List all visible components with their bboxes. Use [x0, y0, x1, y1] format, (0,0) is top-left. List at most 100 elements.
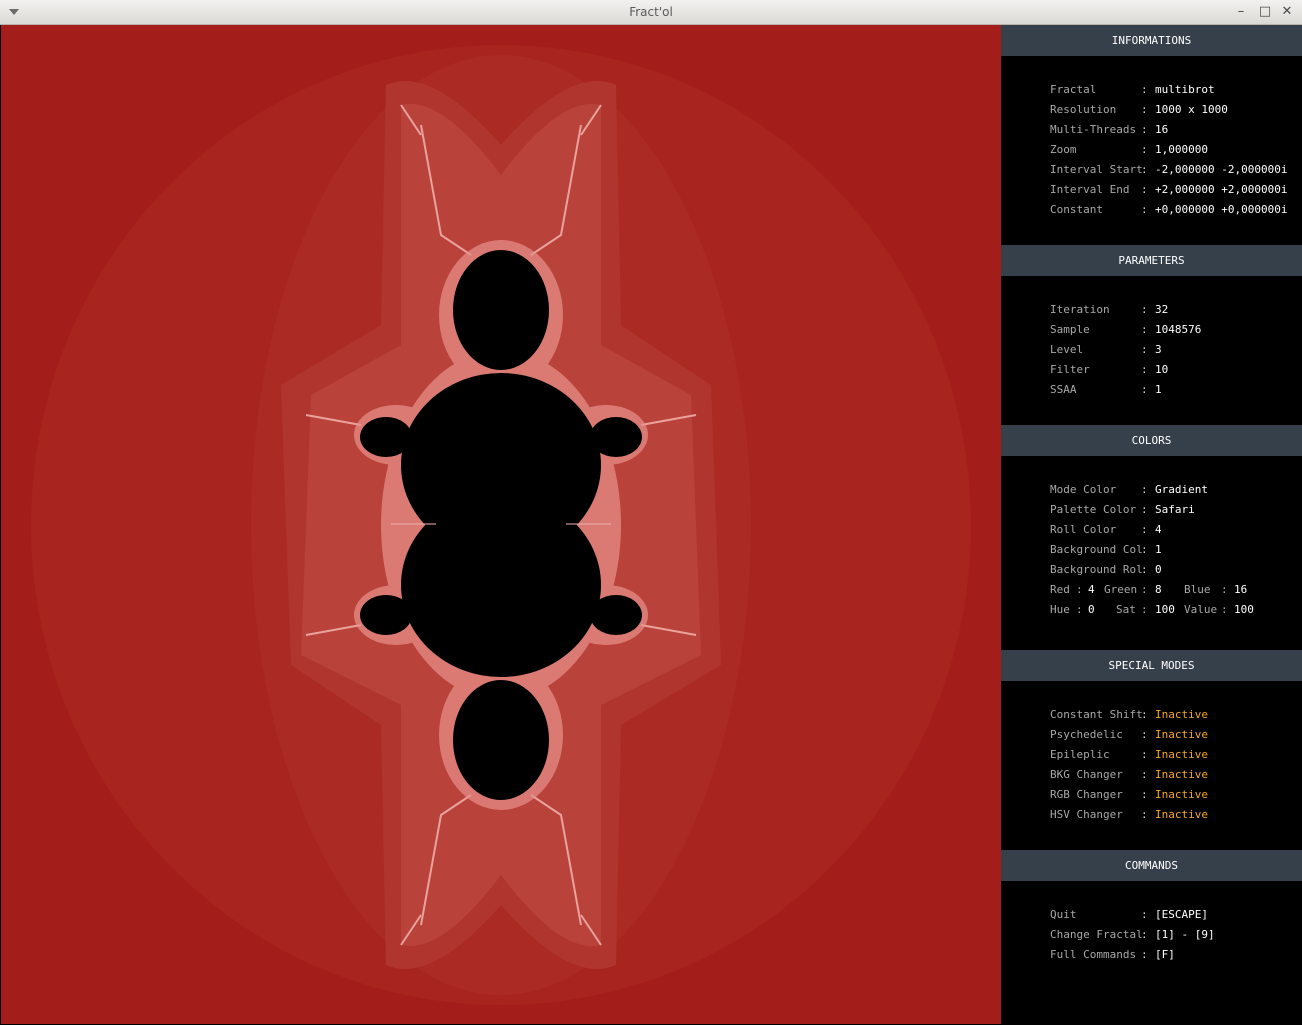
value-value: 100 [1234, 603, 1254, 616]
mode-status: Inactive [1155, 748, 1208, 761]
mode-row-hsv-changer: HSV Changer : Inactive [1001, 805, 1302, 825]
color-row-palette: Palette Color : Safari [1001, 500, 1302, 520]
row-value: 16 [1155, 123, 1169, 136]
command-key: [1] - [9] [1155, 928, 1215, 941]
row-value: 1000 x 1000 [1155, 103, 1228, 116]
row-value: 3 [1155, 343, 1162, 356]
row-value: 1 [1155, 383, 1162, 396]
row-separator: : [1141, 203, 1148, 216]
row-label: SSAA [1050, 383, 1077, 396]
row-separator: : [1141, 748, 1148, 761]
row-value: 0 [1155, 563, 1162, 576]
info-row-resolution: Resolution : 1000 x 1000 [1001, 100, 1302, 120]
sat-separator: : [1141, 603, 1148, 616]
maximize-button[interactable]: □ [1256, 3, 1274, 21]
color-row-mode: Mode Color : Gradient [1001, 480, 1302, 500]
command-row-quit: Quit : [ESCAPE] [1001, 905, 1302, 925]
row-separator: : [1141, 83, 1148, 96]
mode-status: Inactive [1155, 808, 1208, 821]
row-separator: : [1141, 363, 1148, 376]
row-value: +2,000000 +2,000000i [1155, 183, 1288, 196]
row-separator: : [1141, 708, 1148, 721]
color-row-roll: Roll Color : 4 [1001, 520, 1302, 540]
row-label: RGB Changer [1050, 788, 1123, 801]
row-label: Background Col [1050, 543, 1143, 556]
minimize-button[interactable]: – [1232, 3, 1250, 21]
green-separator: : [1141, 583, 1148, 596]
info-row-fractal: Fractal : multibrot [1001, 80, 1302, 100]
red-label: Red [1050, 583, 1070, 596]
mode-status: Inactive [1155, 728, 1208, 741]
mode-status: Inactive [1155, 708, 1208, 721]
mode-status: Inactive [1155, 788, 1208, 801]
info-row-zoom: Zoom : 1,000000 [1001, 140, 1302, 160]
row-label: Resolution [1050, 103, 1117, 116]
row-separator: : [1141, 908, 1148, 921]
row-separator: : [1141, 163, 1148, 176]
info-panel: INFORMATIONS Fractal : multibrot Resolut… [1001, 25, 1302, 1025]
parameters-header: PARAMETERS [1001, 245, 1302, 276]
row-separator: : [1141, 143, 1148, 156]
row-separator: : [1141, 563, 1148, 576]
param-row-iteration: Iteration : 32 [1001, 300, 1302, 320]
row-separator: : [1141, 483, 1148, 496]
row-value: 1,000000 [1155, 143, 1208, 156]
row-value: 1048576 [1155, 323, 1202, 336]
info-row-interval-end: Interval End : +2,000000 +2,000000i [1001, 180, 1302, 200]
row-label: Filter [1050, 363, 1090, 376]
row-label: Full Commands [1050, 948, 1137, 961]
row-separator: : [1141, 728, 1148, 741]
command-row-full-commands: Full Commands : [F] [1001, 945, 1302, 965]
sat-label: Sat [1116, 603, 1136, 616]
hue-value: 0 [1088, 603, 1095, 616]
row-label: Iteration [1050, 303, 1110, 316]
row-label: Zoom [1050, 143, 1077, 156]
row-separator: : [1141, 323, 1148, 336]
param-row-sample: Sample : 1048576 [1001, 320, 1302, 340]
close-button[interactable]: ✕ [1278, 3, 1296, 21]
row-separator: : [1141, 123, 1148, 136]
color-row-background-rol: Background Rol : 0 [1001, 560, 1302, 580]
row-value: 4 [1155, 523, 1162, 536]
row-label: Psychedelic [1050, 728, 1123, 741]
row-label: Constant Shift [1050, 708, 1143, 721]
row-value: 1 [1155, 543, 1162, 556]
row-separator: : [1141, 948, 1148, 961]
row-label: Palette Color [1050, 503, 1137, 516]
color-row-hsv: Hue : 0 Sat : 100 Value : 100 [1001, 600, 1302, 620]
row-separator: : [1141, 788, 1148, 801]
row-value: multibrot [1155, 83, 1215, 96]
mode-row-constant-shift: Constant Shift : Inactive [1001, 705, 1302, 725]
mode-row-epileplic: Epileplic : Inactive [1001, 745, 1302, 765]
red-value: 4 [1088, 583, 1095, 596]
row-label: Fractal [1050, 83, 1097, 96]
param-row-level: Level : 3 [1001, 340, 1302, 360]
row-separator: : [1141, 183, 1148, 196]
row-label: Level [1050, 343, 1084, 356]
row-label: Change Fractal [1050, 928, 1143, 941]
window-title: Fract'ol [629, 5, 673, 19]
hue-separator: : [1076, 603, 1083, 616]
special-modes-header: SPECIAL MODES [1001, 650, 1302, 681]
command-row-change-fractal: Change Fractal : [1] - [9] [1001, 925, 1302, 945]
row-value: Gradient [1155, 483, 1208, 496]
row-separator: : [1141, 343, 1148, 356]
command-key: [ESCAPE] [1155, 908, 1208, 921]
row-label: Interval Start [1050, 163, 1143, 176]
info-row-multithreads: Multi-Threads : 16 [1001, 120, 1302, 140]
row-label: Multi-Threads [1050, 123, 1137, 136]
hue-label: Hue [1050, 603, 1070, 616]
row-separator: : [1141, 503, 1148, 516]
row-value: -2,000000 -2,000000i [1155, 163, 1288, 176]
fractal-canvas[interactable] [1, 25, 1001, 1024]
green-value: 8 [1155, 583, 1162, 596]
row-value: Safari [1155, 503, 1195, 516]
colors-header: COLORS [1001, 425, 1302, 456]
sat-value: 100 [1155, 603, 1175, 616]
blue-separator: : [1221, 583, 1228, 596]
row-separator: : [1141, 928, 1148, 941]
row-label: Epileplic [1050, 748, 1110, 761]
row-label: BKG Changer [1050, 768, 1123, 781]
row-value: 10 [1155, 363, 1169, 376]
info-row-constant: Constant : +0,000000 +0,000000i [1001, 200, 1302, 220]
